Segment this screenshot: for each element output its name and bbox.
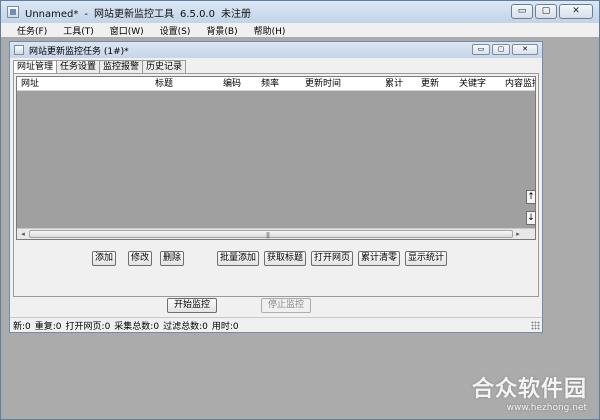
close-icon: ✕ — [522, 45, 528, 53]
url-management-panel: 网址 标题 编码 频率 更新时间 累计 更新 关键字 内容监控 ◂ ||| — [13, 73, 539, 297]
title-separator: - — [84, 8, 88, 20]
menu-task[interactable]: 任务(F) — [17, 24, 47, 37]
col-content-monitor[interactable]: 内容监控 — [505, 77, 535, 91]
title-doc-name: Unnamed* — [25, 8, 79, 20]
menu-background[interactable]: 背景(B) — [206, 24, 237, 37]
col-encoding[interactable]: 编码 — [223, 77, 241, 91]
scroll-right-icon[interactable]: ▸ — [513, 230, 523, 239]
col-update-time[interactable]: 更新时间 — [305, 77, 341, 91]
minimize-button[interactable]: ▭ — [511, 4, 533, 19]
col-title[interactable]: 标题 — [155, 77, 173, 91]
watermark: 合众软件园 www.hezhong.net — [472, 371, 587, 413]
task-window-title-bar[interactable]: 网站更新监控任务 (1#)* ▭ ▢ ✕ — [10, 42, 542, 58]
status-bar: 新:0 重复:0 打开网页:0 采集总数:0 过滤总数:0 用时:0 — [10, 317, 542, 332]
col-updated[interactable]: 更新 — [421, 77, 439, 91]
minimize-icon: ▭ — [477, 45, 485, 53]
arrow-down-icon: ↓ — [527, 213, 535, 223]
child-close-button[interactable]: ✕ — [512, 44, 538, 55]
show-stats-button[interactable]: 显示统计 — [405, 251, 447, 266]
menu-window[interactable]: 窗口(W) — [110, 24, 144, 37]
status-collected-total: 采集总数:0 — [114, 321, 160, 332]
col-total[interactable]: 累计 — [385, 77, 403, 91]
stop-monitor-button[interactable]: 停止监控 — [261, 298, 311, 313]
status-new: 新:0 — [13, 321, 31, 332]
tab-history[interactable]: 历史记录 — [142, 60, 187, 73]
maximize-icon: ▢ — [497, 45, 505, 53]
minimize-icon: ▭ — [517, 6, 527, 16]
window-title: Unnamed* - 网站更新监控工具 6.5.0.0 未注册 — [25, 5, 257, 20]
open-page-button[interactable]: 打开网页 — [311, 251, 353, 266]
mdi-area: 网站更新监控任务 (1#)* ▭ ▢ ✕ 网址管理 任务设置 监控报警 历史记录… — [3, 37, 597, 419]
menu-help[interactable]: 帮助(H) — [254, 24, 286, 37]
url-list[interactable]: 网址 标题 编码 频率 更新时间 累计 更新 关键字 内容监控 ◂ ||| — [16, 76, 536, 240]
col-keyword[interactable]: 关键字 — [459, 77, 486, 91]
task-window-title: 网站更新监控任务 (1#)* — [29, 46, 129, 57]
title-app-name: 网站更新监控工具 — [93, 8, 174, 20]
edit-button[interactable]: 修改 — [128, 251, 152, 266]
resize-grip-icon[interactable] — [531, 321, 540, 330]
scroll-left-icon[interactable]: ◂ — [18, 230, 28, 239]
title-version: 6.5.0.0 — [179, 8, 215, 20]
menu-bar: 任务(F) 工具(T) 窗口(W) 设置(S) 背景(B) 帮助(H) — [1, 23, 599, 37]
title-bar[interactable]: Unnamed* - 网站更新监控工具 6.5.0.0 未注册 ▭ ▢ ✕ — [1, 1, 599, 23]
close-icon: ✕ — [572, 6, 580, 16]
col-url[interactable]: 网址 — [21, 77, 39, 91]
scroll-corner — [523, 229, 535, 239]
scroll-thumb[interactable]: ||| — [29, 230, 513, 239]
status-elapsed: 用时:0 — [211, 321, 239, 332]
tab-strip: 网址管理 任务设置 监控报警 历史记录 — [13, 60, 187, 74]
task-window-icon — [14, 45, 24, 55]
start-monitor-button[interactable]: 开始监控 — [167, 298, 217, 313]
watermark-url: www.hezhong.net — [506, 403, 587, 413]
status-opened-pages: 打开网页:0 — [65, 321, 111, 332]
batch-add-button[interactable]: 批量添加 — [217, 251, 259, 266]
watermark-brand: 合众软件园 — [471, 377, 587, 402]
child-maximize-button[interactable]: ▢ — [492, 44, 510, 55]
maximize-button[interactable]: ▢ — [535, 4, 557, 19]
menu-settings[interactable]: 设置(S) — [160, 24, 191, 37]
close-button[interactable]: ✕ — [559, 4, 593, 19]
reset-count-button[interactable]: 累计清零 — [358, 251, 400, 266]
title-registration: 未注册 — [220, 8, 251, 20]
tab-monitor-alarm[interactable]: 监控报警 — [99, 60, 144, 73]
status-filtered-total: 过滤总数:0 — [163, 321, 208, 332]
list-header: 网址 标题 编码 频率 更新时间 累计 更新 关键字 内容监控 — [17, 77, 535, 91]
col-frequency[interactable]: 频率 — [261, 77, 279, 91]
delete-button[interactable]: 删除 — [160, 251, 184, 266]
task-window: 网站更新监控任务 (1#)* ▭ ▢ ✕ 网址管理 任务设置 监控报警 历史记录… — [9, 41, 543, 333]
scroll-grip-icon: ||| — [266, 232, 270, 239]
tab-task-settings[interactable]: 任务设置 — [56, 60, 101, 73]
app-icon — [7, 6, 19, 18]
arrow-up-icon: ↑ — [527, 192, 535, 202]
horizontal-scrollbar[interactable]: ◂ ||| ▸ — [17, 228, 535, 239]
get-title-button[interactable]: 获取标题 — [264, 251, 306, 266]
child-minimize-button[interactable]: ▭ — [472, 44, 490, 55]
add-button[interactable]: 添加 — [92, 251, 116, 266]
maximize-icon: ▢ — [541, 6, 551, 16]
status-duplicate: 重复:0 — [34, 321, 62, 332]
main-window: Unnamed* - 网站更新监控工具 6.5.0.0 未注册 ▭ ▢ ✕ 任务(F) … — [0, 0, 600, 420]
move-up-button[interactable]: ↑ — [526, 190, 536, 204]
tab-url-management[interactable]: 网址管理 — [13, 60, 58, 74]
move-down-button[interactable]: ↓ — [526, 211, 536, 225]
menu-tools[interactable]: 工具(T) — [63, 24, 94, 37]
